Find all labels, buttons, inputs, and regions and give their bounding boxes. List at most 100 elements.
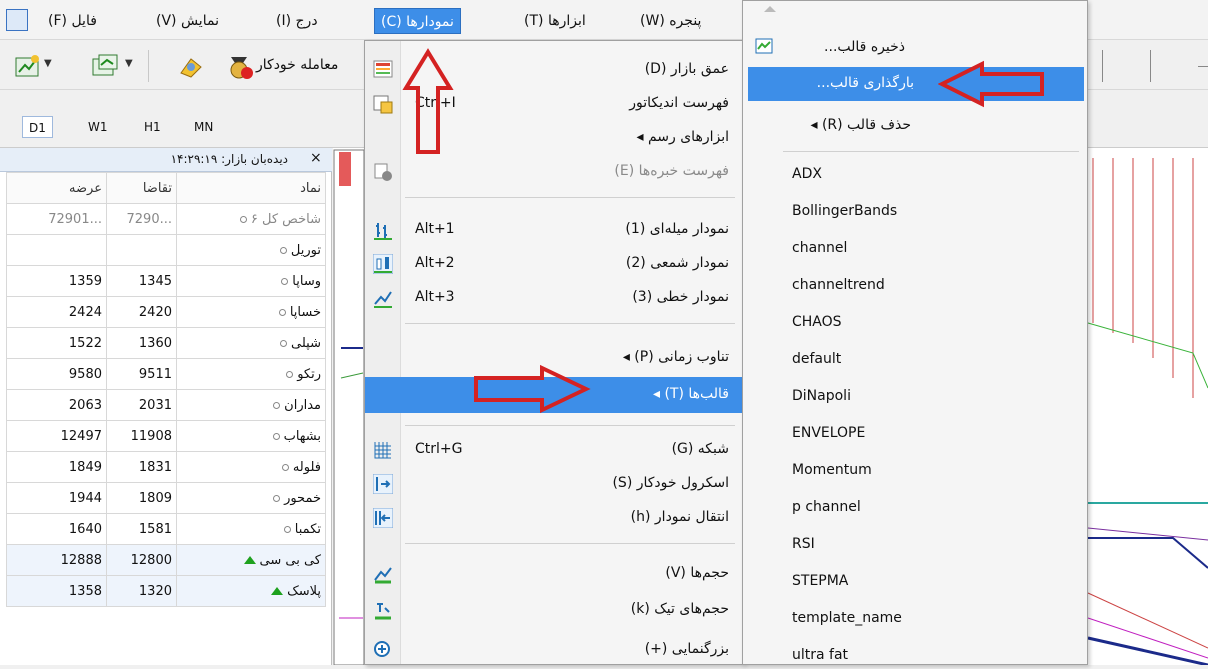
menu-tools[interactable]: ابزارها (T) — [518, 8, 592, 34]
menu-item-autoscroll[interactable]: اسکرول خودکار (S) — [365, 467, 743, 501]
timeframe-d1[interactable]: D1 — [22, 116, 53, 138]
ask-cell: 1359 — [6, 265, 107, 297]
experts-button[interactable] — [176, 52, 206, 82]
menu-item-tick-volumes[interactable]: حجم‌های تیک (k) — [365, 593, 743, 627]
timeframe-mn[interactable]: MN — [188, 116, 219, 138]
toolbar-separator — [1198, 66, 1208, 67]
table-row[interactable]: 12497 11908 بشهاب — [6, 420, 326, 452]
toolbar-separator — [1150, 50, 1151, 82]
ask-cell: 1849 — [6, 451, 107, 483]
template-item[interactable]: ADX — [792, 166, 822, 182]
autotrade-icon — [230, 57, 253, 79]
status-dot-icon — [279, 246, 287, 254]
symbol-cell: خساپا — [176, 296, 326, 328]
template-item[interactable]: Momentum — [792, 462, 872, 478]
table-icon — [373, 60, 393, 78]
template-item[interactable]: DiNapoli — [792, 388, 851, 404]
symbol-cell: رتکو — [176, 358, 326, 390]
toolbar-separator — [148, 50, 149, 82]
status-dot-icon — [283, 525, 291, 533]
table-row[interactable]: 1944 1809 خمحور — [6, 482, 326, 514]
menu-charts[interactable]: نمودارها (C) — [374, 8, 461, 34]
table-row[interactable]: 2424 2420 خساپا — [6, 296, 326, 328]
experts-icon — [180, 58, 202, 78]
template-item[interactable]: STEPMA — [792, 573, 848, 589]
new-chart-icon — [15, 55, 39, 77]
close-icon[interactable]: × — [310, 150, 322, 166]
volumes-icon — [374, 567, 392, 584]
menu-item-remove-template[interactable]: حذف قالب (R) ◂ — [743, 107, 1087, 143]
autotrade-label[interactable]: معامله خودکار — [256, 57, 338, 73]
symbol-name: مداران — [284, 397, 321, 413]
symbol-cell: توریل — [176, 234, 326, 266]
symbol-name: توریل — [290, 242, 321, 258]
menu-item-zoom-in[interactable]: بزرگنمایی (+) — [365, 633, 743, 667]
menu-item-line-chart[interactable]: Alt+3 نمودار خطی (3) — [365, 281, 743, 315]
app-icon[interactable] — [6, 9, 28, 31]
table-row[interactable]: 1849 1831 فلوله — [6, 451, 326, 483]
table-row[interactable]: 72901... 7290... شاخص کل ۶ — [6, 203, 326, 235]
status-dot-icon — [278, 308, 286, 316]
menu-item-candle-chart[interactable]: Alt+2 نمودار شمعی (2) — [365, 247, 743, 281]
template-item[interactable]: template_name — [792, 610, 902, 626]
symbol-name: فلوله — [292, 459, 321, 475]
menu-item-chart-shift[interactable]: انتقال نمودار (h) — [365, 501, 743, 535]
autotrade-button[interactable] — [224, 52, 254, 82]
template-item[interactable]: ENVELOPE — [792, 425, 865, 441]
column-ask[interactable]: عرضه — [6, 172, 107, 204]
indicator-list-icon — [373, 95, 393, 114]
timeframe-h1[interactable]: H1 — [138, 116, 167, 138]
template-item[interactable]: p channel — [792, 499, 861, 515]
menu-window[interactable]: پنجره (W) — [634, 8, 707, 34]
menu-item-bar-chart[interactable]: Alt+1 نمودار میله‌ای (1) — [365, 213, 743, 247]
new-chart-button[interactable] — [12, 52, 42, 82]
market-watch-title: دیده‌بان بازار: ۱۴:۲۹:۱۹ — [170, 152, 288, 166]
autoscroll-icon — [373, 474, 393, 494]
chevron-down-icon[interactable]: ▼ — [44, 58, 52, 69]
chevron-down-icon[interactable]: ▼ — [125, 58, 133, 69]
column-symbol[interactable]: نماد — [176, 172, 326, 204]
table-row[interactable]: 9580 9511 رتکو — [6, 358, 326, 390]
template-item[interactable]: default — [792, 351, 841, 367]
save-template-icon — [755, 38, 773, 54]
table-row[interactable]: 2063 2031 مداران — [6, 389, 326, 421]
bid-cell: 11908 — [106, 420, 177, 452]
bid-cell — [106, 234, 177, 266]
arrow-up-icon — [243, 556, 256, 564]
bid-cell: 2420 — [106, 296, 177, 328]
table-row[interactable]: 1640 1581 تکمبا — [6, 513, 326, 545]
menu-separator — [405, 425, 735, 426]
template-item[interactable]: ultra fat — [792, 647, 848, 663]
menu-item-volumes[interactable]: حجم‌ها (V) — [365, 557, 743, 591]
column-bid[interactable]: تقاضا — [106, 172, 177, 204]
menu-item-grid[interactable]: Ctrl+G شبکه (G) — [365, 433, 743, 467]
candle — [339, 152, 351, 186]
status-dot-icon — [239, 215, 247, 223]
table-row[interactable]: 12888 12800 کی بی سی — [6, 544, 326, 576]
table-row[interactable]: 1522 1360 شپلی — [6, 327, 326, 359]
menu-insert[interactable]: درج (I) — [270, 8, 324, 34]
symbol-cell: بشهاب — [176, 420, 326, 452]
menu-file[interactable]: فایل (F) — [42, 8, 103, 34]
scroll-up-icon[interactable] — [763, 5, 777, 13]
table-row[interactable]: 1359 1345 وساپا — [6, 265, 326, 297]
symbol-name: خساپا — [289, 304, 321, 320]
symbol-name: پلاسک — [287, 583, 321, 599]
status-dot-icon — [272, 432, 280, 440]
market-watch-panel: دیده‌بان بازار: ۱۴:۲۹:۱۹ × عرضه تقاضا نم… — [0, 148, 332, 665]
template-item[interactable]: CHAOS — [792, 314, 842, 330]
zoom-in-icon — [374, 641, 390, 657]
template-item[interactable]: channel — [792, 240, 847, 256]
profiles-button[interactable] — [90, 52, 120, 82]
template-item[interactable]: BollingerBands — [792, 203, 897, 219]
template-item[interactable]: RSI — [792, 536, 815, 552]
candlestick-icon — [373, 254, 393, 274]
template-item[interactable]: channeltrend — [792, 277, 885, 293]
menu-separator — [405, 323, 735, 324]
timeframe-w1[interactable]: W1 — [82, 116, 114, 138]
symbol-cell: فلوله — [176, 451, 326, 483]
table-row[interactable]: توریل — [6, 234, 326, 266]
table-row[interactable]: 1358 1320 پلاسک — [6, 575, 326, 607]
menu-view[interactable]: نمایش (V) — [150, 8, 225, 34]
ask-cell: 1358 — [6, 575, 107, 607]
